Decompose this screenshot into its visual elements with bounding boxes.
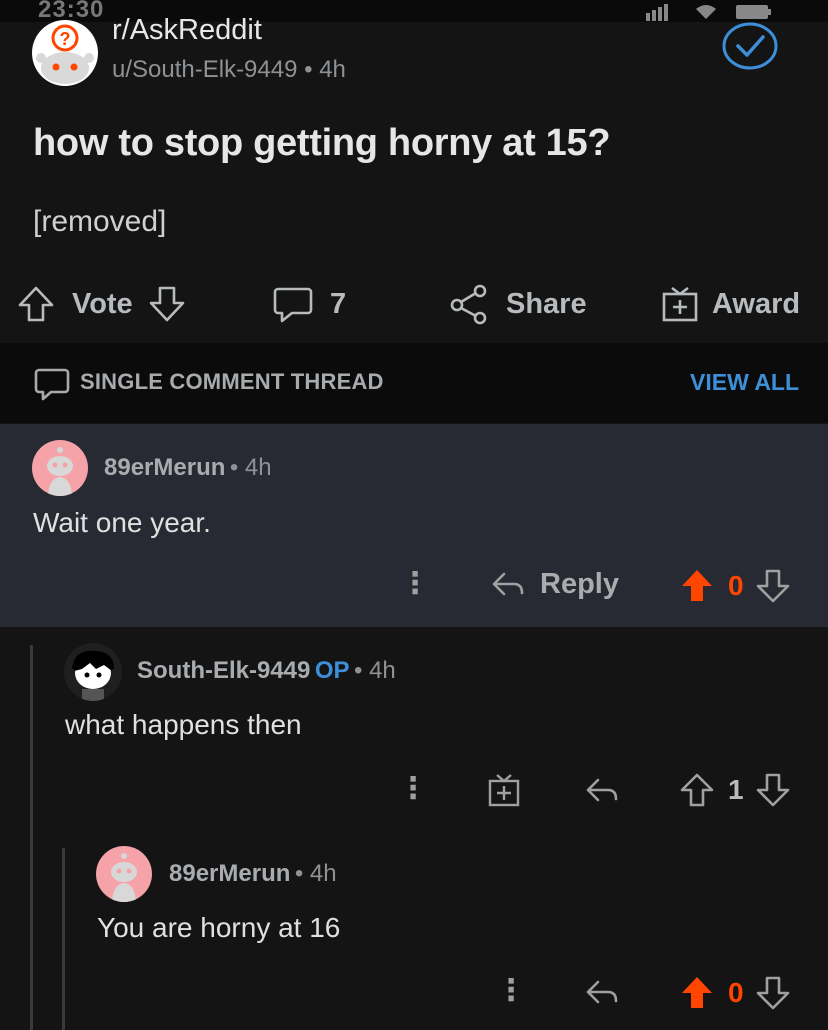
comment-text: Wait one year. <box>33 507 211 538</box>
post-title[interactable]: how to stop getting horny at 15? <box>33 122 611 165</box>
reply-button[interactable] <box>584 974 620 1010</box>
comment-age: • 4h <box>294 860 337 887</box>
downvote-icon[interactable] <box>756 568 790 604</box>
upvote-icon[interactable] <box>680 568 714 604</box>
share-icon <box>450 284 487 325</box>
comment-vote-group: 0 <box>680 568 790 604</box>
upvote-icon[interactable] <box>680 772 714 808</box>
comment-username[interactable]: South-Elk-9449 <box>137 657 310 684</box>
post-age: 4h <box>319 56 346 83</box>
single-comment-thread-label: SINGLE COMMENT THREAD <box>80 369 384 394</box>
reply-icon <box>586 980 618 1004</box>
award-comment-button[interactable] <box>486 772 522 808</box>
award-label: Award <box>712 287 801 320</box>
question-icon: ? <box>36 24 94 84</box>
op-badge: OP <box>314 657 350 684</box>
thread-line <box>62 848 65 1030</box>
comment-age: • 4h <box>353 657 396 684</box>
joined-button[interactable] <box>722 22 778 70</box>
more-icon[interactable]: ⋮ <box>496 976 526 1006</box>
avatar[interactable] <box>32 440 88 496</box>
reply-label: Reply <box>540 567 619 600</box>
subreddit-avatar[interactable]: ? <box>32 20 98 86</box>
comment-score: 0 <box>728 570 744 601</box>
comments-button[interactable]: 7 <box>272 280 346 328</box>
svg-text:?: ? <box>60 29 71 49</box>
downvote-icon[interactable] <box>756 975 790 1011</box>
comment-header: 89erMerun • 4h <box>169 860 337 888</box>
comment-text: what happens then <box>65 709 302 740</box>
comment-username[interactable]: 89erMerun <box>169 860 290 887</box>
award-button[interactable]: Award <box>660 280 800 328</box>
thread-line <box>30 645 33 1030</box>
avatar[interactable] <box>96 846 152 902</box>
avatar[interactable] <box>64 643 122 701</box>
comment-username[interactable]: 89erMerun <box>104 454 225 481</box>
upvote-icon[interactable] <box>16 284 56 324</box>
post-meta: u/South-Elk-9449 • 4h <box>112 56 346 84</box>
snoo-avatar-icon <box>47 447 73 496</box>
reply-icon <box>586 778 618 802</box>
downvote-icon[interactable] <box>147 284 187 324</box>
comments-count: 7 <box>330 287 347 320</box>
gift-icon <box>488 774 520 807</box>
post-author[interactable]: u/South-Elk-9449 <box>112 56 297 83</box>
comment-score: 1 <box>728 774 744 805</box>
comment-icon <box>273 287 313 323</box>
reply-button[interactable] <box>584 772 620 808</box>
meta-separator: • <box>304 56 320 83</box>
reply-icon <box>492 572 524 596</box>
checkmark-icon <box>722 22 778 70</box>
custom-avatar-icon <box>72 650 114 701</box>
thread-comment-icon <box>34 366 70 402</box>
comment-header: South-Elk-9449 OP • 4h <box>137 657 396 685</box>
status-icons <box>646 3 786 21</box>
vote-label: Vote <box>72 287 133 320</box>
comment-score: 0 <box>728 977 744 1008</box>
comment-age: • 4h <box>229 454 272 481</box>
upvote-icon[interactable] <box>680 975 714 1011</box>
subreddit-name[interactable]: r/AskReddit <box>112 14 262 47</box>
comment-text: You are horny at 16 <box>97 912 341 943</box>
vote-group: Vote <box>16 280 187 328</box>
post-body: [removed] <box>33 205 167 238</box>
comment-vote-group: 1 <box>680 772 790 808</box>
reply-button[interactable]: Reply <box>490 566 619 602</box>
share-label: Share <box>506 287 587 320</box>
view-all-button[interactable]: VIEW ALL <box>690 369 799 396</box>
gift-icon <box>662 286 698 322</box>
share-button[interactable]: Share <box>448 280 587 328</box>
downvote-icon[interactable] <box>756 772 790 808</box>
comment-vote-group: 0 <box>680 975 790 1011</box>
more-icon[interactable]: ⋮ <box>400 569 430 599</box>
more-icon[interactable]: ⋮ <box>398 774 428 804</box>
comment-header: 89erMerun • 4h <box>104 454 272 482</box>
snoo-avatar-icon <box>111 853 137 902</box>
